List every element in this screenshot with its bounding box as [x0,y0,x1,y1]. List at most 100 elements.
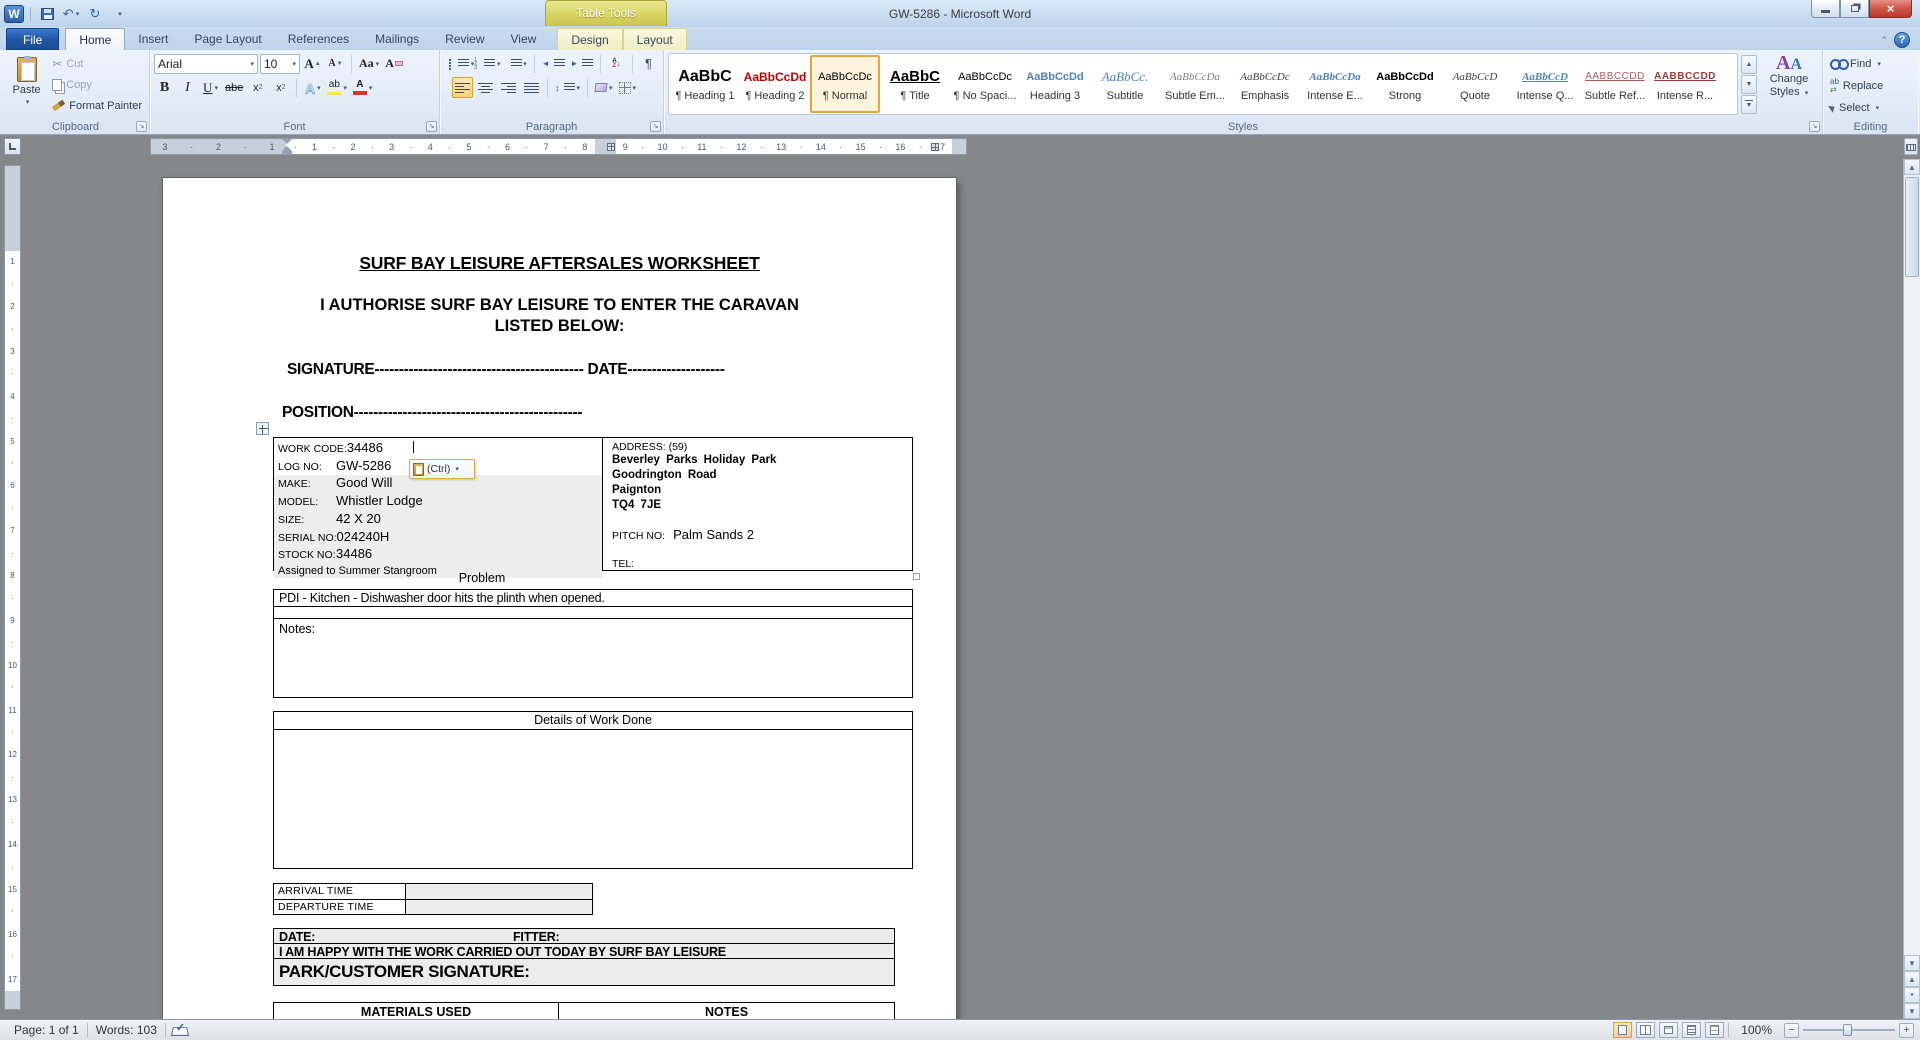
paste-options-button[interactable]: (Ctrl) ▾ [409,459,475,479]
change-case-button[interactable]: Aa ▾ [357,53,381,74]
grow-font-button[interactable]: A ▲ [302,53,323,74]
ribbon-tab[interactable]: Page Layout [181,28,274,50]
change-styles-button[interactable]: AA Change Styles ▾ [1760,53,1818,118]
styles-dialog-launcher[interactable]: ↘ [1809,121,1820,132]
font-color-button[interactable]: A ▾ [351,77,375,98]
style-item[interactable]: AaBbCcDc ¶ Normal [810,55,880,113]
ribbon-tab[interactable]: Home [65,28,126,50]
ribbon-tab[interactable]: Review [432,28,497,50]
style-item[interactable]: AaBbCcDa Subtle Em... [1160,55,1230,113]
style-item[interactable]: AaBbCcDd Heading 3 [1020,55,1090,113]
find-button[interactable]: Find ▾ [1827,54,1914,75]
table-column-marker-icon[interactable] [931,143,939,151]
next-page-button[interactable]: ▼ [1904,1003,1920,1019]
draft-view-button[interactable] [1705,1022,1725,1038]
style-item[interactable]: AaBbCcD Quote [1440,55,1510,113]
paragraph-dialog-launcher[interactable]: ↘ [650,121,661,132]
style-item[interactable]: AaBbCcDd Strong [1370,55,1440,113]
numbering-button[interactable]: ▾ [474,53,502,74]
styles-scroll-down-button[interactable]: ▼ [1741,75,1757,94]
word-count[interactable]: Words: 103 [88,1023,165,1037]
spellcheck-icon[interactable] [172,1021,188,1036]
select-browse-object-button[interactable]: ● [1904,987,1920,1003]
copy-button[interactable]: Copy [49,74,145,95]
style-item[interactable]: AaBbCcDa Intense E... [1300,55,1370,113]
zoom-slider[interactable] [1803,1022,1895,1038]
full-screen-reading-view-button[interactable] [1636,1022,1656,1038]
styles-scroll-up-button[interactable]: ▲ [1741,55,1757,74]
vertical-scrollbar[interactable]: ▲ ▼ ▲ ● ▼ [1903,159,1920,1019]
justify-button[interactable] [521,77,542,98]
align-left-button[interactable] [452,77,473,98]
tab-selector-button[interactable] [4,138,21,155]
decrease-indent-button[interactable]: ◄ [540,53,567,74]
multilevel-list-button[interactable]: ▾ [505,53,529,74]
subscript-button[interactable]: x2 [247,77,268,98]
align-center-button[interactable] [475,77,496,98]
zoom-level[interactable]: 100% [1733,1023,1780,1037]
style-item[interactable]: AaBbCc. Subtitle [1090,55,1160,113]
table-move-handle-icon[interactable] [256,422,269,435]
ribbon-tab[interactable]: Layout [622,28,687,50]
select-button[interactable]: Select ▾ [1827,97,1914,118]
font-family-select[interactable]: Arial ▾ [154,53,258,74]
table-column-divider[interactable] [595,139,616,154]
page-indicator[interactable]: Page: 1 of 1 [6,1023,87,1037]
previous-page-button[interactable]: ▲ [1904,971,1920,987]
align-right-button[interactable] [498,77,519,98]
redo-button[interactable]: ↻ [85,4,105,24]
ribbon-tab[interactable]: File [6,28,60,50]
style-item[interactable]: AABBCCDD Subtle Ref... [1580,55,1650,113]
style-item[interactable]: AABBCCDD Intense R... [1650,55,1720,113]
help-button[interactable]: ? [1894,32,1910,48]
style-item[interactable]: AaBbCcDc Emphasis [1230,55,1300,113]
zoom-in-button[interactable]: + [1899,1022,1914,1038]
style-item[interactable]: AaBbC ¶ Title [880,55,950,113]
clear-formatting-button[interactable]: A [383,53,405,74]
ribbon-tab[interactable]: References [275,28,362,50]
italic-button[interactable]: I [177,77,198,98]
show-hide-paragraph-button[interactable]: ¶ [638,53,659,74]
shrink-font-button[interactable]: A ▼ [325,53,346,74]
borders-button[interactable]: ▾ [617,77,639,98]
underline-button[interactable]: U ▾ [200,77,221,98]
font-dialog-launcher[interactable]: ↘ [426,121,437,132]
restore-button[interactable] [1840,0,1869,18]
undo-button[interactable]: ↶ ▾ [61,4,81,24]
replace-button[interactable]: ab ⇄ Replace [1827,76,1914,97]
save-button[interactable] [37,4,57,24]
paste-button[interactable]: Paste ▾ [6,53,47,118]
style-item[interactable]: AaBbCcDd ¶ Heading 2 [740,55,810,113]
horizontal-ruler[interactable]: 3 · 2 · 1 · 1 · 2 · 3 · 4 · 5 · 6 · 7 · 8 9 · 10 · 11 · 12 · 13 · 14 ·… [150,138,967,155]
format-painter-button[interactable]: Format Painter [49,95,145,116]
outline-view-button[interactable] [1682,1022,1702,1038]
scroll-up-button[interactable]: ▲ [1904,159,1920,175]
scrollbar-thumb[interactable] [1905,177,1919,277]
print-layout-view-button[interactable] [1613,1022,1633,1038]
style-item[interactable]: AaBbCcD Intense Q... [1510,55,1580,113]
zoom-out-button[interactable]: − [1784,1022,1799,1038]
scroll-down-button[interactable]: ▼ [1904,955,1920,971]
cut-button[interactable]: ✂ Cut [49,53,145,74]
document-page[interactable]: SURF BAY LEISURE AFTERSALES WORKSHEET I … [163,178,956,1019]
increase-indent-button[interactable]: ► [568,53,595,74]
strikethrough-button[interactable]: abe [223,77,245,98]
line-spacing-button[interactable]: ↕ ▾ [553,77,582,98]
bullets-button[interactable]: ▾ [449,53,476,74]
style-item[interactable]: AaBbCcDc ¶ No Spaci... [950,55,1020,113]
ribbon-tab[interactable]: Mailings [362,28,432,50]
highlight-color-button[interactable]: ab ▾ [325,77,349,98]
superscript-button[interactable]: x2 [270,77,291,98]
ribbon-tab[interactable]: View [498,28,550,50]
styles-more-button[interactable]: ▼ [1741,95,1757,114]
style-item[interactable]: AaBbC ¶ Heading 1 [670,55,740,113]
table-resize-handle[interactable] [913,573,920,580]
ribbon-tab[interactable]: Insert [125,28,181,50]
collapse-ribbon-button[interactable]: ⌃ [1880,35,1888,46]
vertical-ruler[interactable]: 1 · 2 · 3 · 4 · 5 · 6 · 7 · 8 · 9 · 10 · 11 · 12 · 13 · 14 · 15 · 16 · 1… [4,165,21,1010]
view-ruler-button[interactable] [1904,138,1918,155]
clipboard-dialog-launcher[interactable]: ↘ [136,121,147,132]
left-indent-marker[interactable] [282,151,292,155]
first-line-indent-marker[interactable] [282,139,292,144]
web-layout-view-button[interactable] [1659,1022,1679,1038]
